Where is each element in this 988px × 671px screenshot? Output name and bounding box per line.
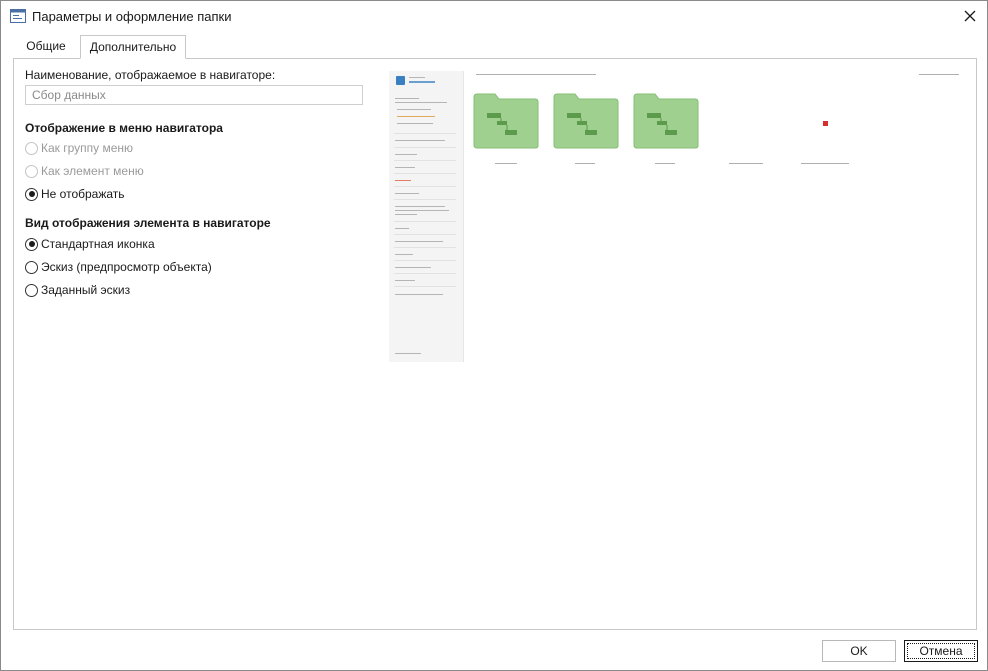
window-title: Параметры и оформление папки <box>32 9 232 24</box>
tab-general[interactable]: Общие <box>19 35 73 59</box>
radio-button[interactable] <box>25 283 38 297</box>
radio-as-menu-item[interactable]: Как элемент меню <box>25 163 144 179</box>
element-view-title: Вид отображения элемента в навигаторе <box>25 216 271 230</box>
ok-button[interactable]: OK <box>822 640 896 662</box>
app-logo-icon <box>396 76 405 85</box>
folder-icon <box>633 93 699 149</box>
radio-thumbnail-preview[interactable]: Эскиз (предпросмотр объекта) <box>25 259 212 275</box>
radio-label: Заданный эскиз <box>41 283 131 297</box>
radio-standard-icon[interactable]: Стандартная иконка <box>25 236 155 252</box>
navigator-name-input[interactable] <box>25 85 363 105</box>
radio-as-menu-group[interactable]: Как группу меню <box>25 140 133 156</box>
radio-label: Как группу меню <box>41 141 134 155</box>
title-bar: Параметры и оформление папки <box>1 1 987 31</box>
name-field-label: Наименование, отображаемое в навигаторе: <box>25 68 276 82</box>
tab-panel-advanced: Наименование, отображаемое в навигаторе:… <box>13 58 977 630</box>
folder-icon <box>473 93 539 149</box>
radio-label: Стандартная иконка <box>41 237 155 251</box>
radio-button[interactable] <box>25 187 38 201</box>
preview-sidebar <box>389 71 464 362</box>
radio-do-not-display[interactable]: Не отображать <box>25 186 125 202</box>
folder-settings-window-icon <box>10 9 26 23</box>
red-report-icon <box>823 121 828 126</box>
radio-label: Как элемент меню <box>41 164 144 178</box>
folder-settings-dialog: Параметры и оформление папки Общие Допол… <box>0 0 988 671</box>
close-icon[interactable] <box>957 3 983 29</box>
radio-button[interactable] <box>25 141 38 155</box>
radio-label: Эскиз (предпросмотр объекта) <box>41 260 212 274</box>
folder-icon <box>553 93 619 149</box>
radio-custom-thumbnail[interactable]: Заданный эскиз <box>25 282 130 298</box>
cancel-button[interactable]: Отмена <box>904 640 978 662</box>
radio-button[interactable] <box>25 237 38 251</box>
menu-display-title: Отображение в меню навигатора <box>25 121 223 135</box>
navigator-preview <box>389 71 967 362</box>
radio-button[interactable] <box>25 260 38 274</box>
radio-button[interactable] <box>25 164 38 178</box>
radio-label: Не отображать <box>41 187 125 201</box>
tab-advanced[interactable]: Дополнительно <box>80 35 186 59</box>
